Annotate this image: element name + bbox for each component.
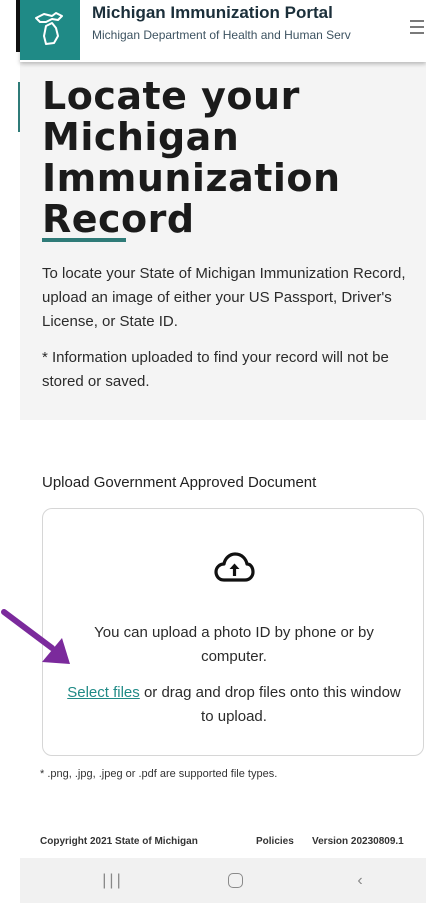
cloud-upload-icon — [214, 552, 255, 582]
intro-text: To locate your State of Michigan Immuniz… — [42, 265, 406, 330]
select-files-link[interactable]: Select files — [67, 684, 140, 701]
site-header: Michigan Immunization Portal Michigan De… — [20, 0, 426, 62]
select-files-text: Select files or drag and drop files onto… — [63, 681, 405, 729]
supported-file-types: * .png, .jpg, .jpeg or .pdf are supporte… — [40, 768, 278, 780]
site-footer: Copyright 2021 State of Michigan Policie… — [20, 830, 426, 858]
michigan-logo[interactable] — [20, 0, 80, 60]
upload-instruction: You can upload a photo ID by phone or by… — [94, 624, 374, 665]
left-edge — [0, 0, 22, 903]
annotation-arrow-icon — [1, 609, 70, 664]
michigan-map-icon — [35, 12, 63, 45]
drag-drop-text: or drag and drop files onto this window … — [139, 684, 401, 725]
hero-section: Locate your Michigan Immunization Record… — [20, 62, 426, 420]
recent-apps-icon[interactable]: ||| — [98, 869, 128, 893]
version-text: Version 20230809.1 — [312, 836, 404, 847]
page: Michigan Immunization Portal Michigan De… — [20, 0, 426, 903]
hamburger-menu-icon[interactable] — [410, 20, 424, 34]
portal-title: Michigan Immunization Portal — [92, 3, 333, 22]
back-icon[interactable]: ‹ — [345, 869, 375, 893]
policies-link[interactable]: Policies — [256, 836, 294, 847]
copyright-text: Copyright 2021 State of Michigan — [40, 836, 198, 847]
title-underline — [42, 238, 126, 242]
file-dropzone[interactable]: You can upload a photo ID by phone or by… — [42, 508, 424, 756]
privacy-note: * Information uploaded to find your reco… — [42, 349, 389, 390]
android-nav-bar: ||| ‹ — [20, 858, 426, 903]
department-name: Michigan Department of Health and Human … — [92, 28, 351, 42]
home-icon[interactable] — [220, 869, 250, 893]
upload-label: Upload Government Approved Document — [42, 474, 317, 491]
page-title: Locate your Michigan Immunization Record — [42, 74, 341, 241]
